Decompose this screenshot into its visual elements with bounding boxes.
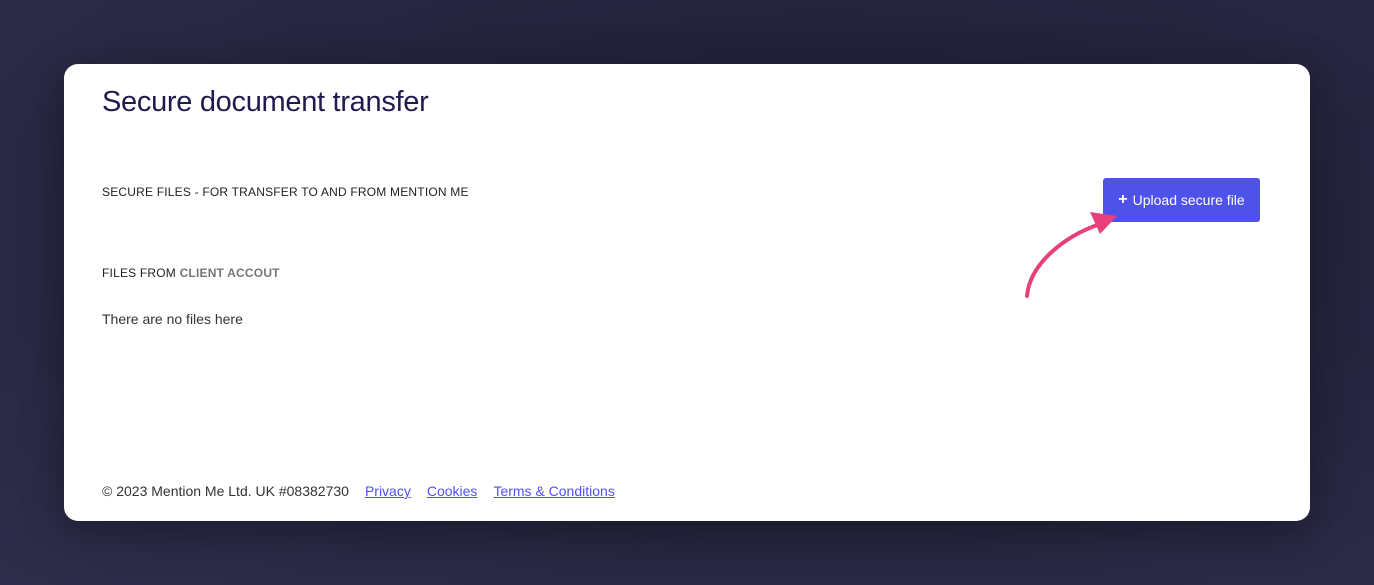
plus-icon: + [1118, 191, 1128, 208]
footer: © 2023 Mention Me Ltd. UK #08382730 Priv… [102, 483, 615, 499]
upload-button-label: Upload secure file [1132, 192, 1245, 208]
page-title: Secure document transfer [102, 86, 429, 118]
files-from-prefix: FILES FROM [102, 266, 177, 280]
terms-link[interactable]: Terms & Conditions [493, 483, 614, 499]
files-from-heading: FILES FROM CLIENT ACCOUT [102, 266, 280, 280]
cookies-link[interactable]: Cookies [427, 483, 478, 499]
upload-secure-file-button[interactable]: + Upload secure file [1103, 178, 1260, 222]
privacy-link[interactable]: Privacy [365, 483, 411, 499]
copyright-text: © 2023 Mention Me Ltd. UK #08382730 [102, 483, 349, 499]
main-card: Secure document transfer SECURE FILES - … [64, 64, 1310, 521]
secure-files-heading: SECURE FILES - FOR TRANSFER TO AND FROM … [102, 185, 469, 199]
empty-files-message: There are no files here [102, 311, 243, 327]
account-name: CLIENT ACCOUT [179, 266, 280, 280]
